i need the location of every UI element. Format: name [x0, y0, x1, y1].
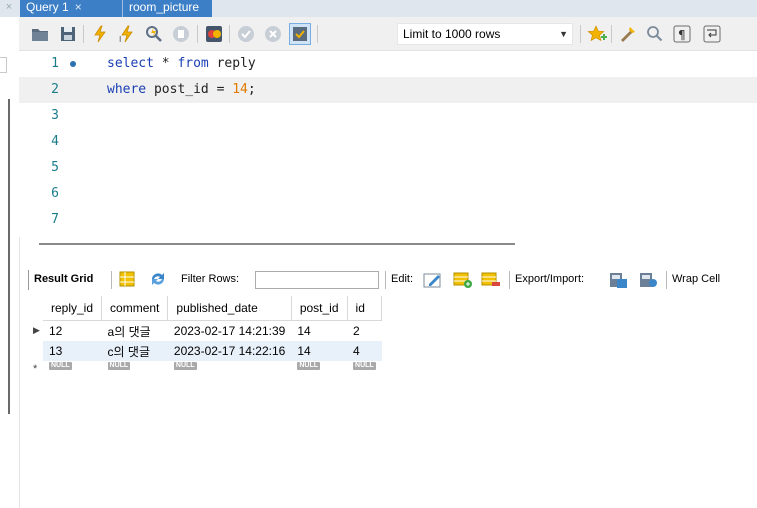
line-number: 1: [51, 56, 59, 71]
beautify-icon[interactable]: [617, 23, 639, 45]
editor-line-4: 4: [19, 129, 757, 155]
editor-tab-bar: × Query 1 × room_picture: [0, 0, 757, 17]
find-icon[interactable]: [644, 23, 666, 45]
tab-close-icon[interactable]: ×: [75, 0, 82, 14]
grid-cell[interactable]: 2023-02-17 14:21:39: [168, 321, 291, 342]
grid-cell[interactable]: 2: [347, 321, 382, 342]
column-header[interactable]: published_date: [167, 296, 292, 321]
delete-row-icon[interactable]: [481, 271, 500, 289]
grid-cell[interactable]: 2023-02-17 14:22:16: [167, 341, 292, 361]
splitter-line[interactable]: [8, 99, 10, 414]
limit-rows-value: Limit to 1000 rows: [403, 27, 501, 41]
chevron-down-icon: ▼: [559, 29, 568, 39]
line-number: 2: [51, 82, 59, 97]
rollback-icon[interactable]: [262, 23, 284, 45]
close-icon[interactable]: ×: [0, 0, 18, 17]
tab-label: room_picture: [129, 0, 200, 14]
bookmark-icon[interactable]: [586, 23, 608, 45]
tab-label: Query 1: [26, 0, 69, 14]
refresh-icon[interactable]: [149, 271, 167, 289]
explain-icon[interactable]: [143, 23, 165, 45]
panel-edge-marker: [0, 57, 7, 73]
table-row[interactable]: ▶ 12 a의 댓글 2023-02-17 14:21:39 14 2: [31, 321, 382, 342]
null-badge: NULL: [353, 362, 376, 370]
line-number: 3: [51, 108, 59, 123]
new-row[interactable]: * NULL NULL NULL NULL NULL: [31, 361, 382, 375]
save-icon[interactable]: [57, 23, 79, 45]
wrap-icon[interactable]: [701, 23, 723, 45]
grid-cell[interactable]: a의 댓글: [102, 321, 168, 342]
open-folder-icon[interactable]: [29, 23, 51, 45]
filter-rows-label: Filter Rows:: [181, 273, 240, 285]
grid-cell[interactable]: 12: [43, 321, 102, 342]
sql-editor-toolbar: I Limit to 1000 rows ▼ ¶: [19, 17, 757, 51]
new-row-indicator: *: [33, 363, 38, 375]
autocommit-icon[interactable]: [289, 23, 311, 45]
grid-header-row: reply_id comment published_date post_id …: [31, 296, 383, 321]
null-badge: NULL: [49, 362, 72, 370]
editor-line-5: 5: [19, 155, 757, 181]
tab-room-picture[interactable]: room_picture: [122, 0, 212, 17]
line-number: 5: [51, 160, 59, 175]
svg-text:¶: ¶: [678, 28, 686, 42]
editor-line-2: 2 where post_id = 14;: [19, 77, 757, 103]
grid-cell[interactable]: 4: [347, 341, 382, 361]
filter-rows-input[interactable]: [255, 271, 379, 289]
editor-line-7: 7: [19, 207, 757, 233]
tab-query-1[interactable]: Query 1 ×: [20, 0, 122, 17]
editor-line-6: 6: [19, 181, 757, 207]
stop-icon[interactable]: [170, 23, 192, 45]
grid-layout-icon[interactable]: [119, 271, 137, 289]
grid-cell[interactable]: 13: [43, 341, 102, 361]
line-number: 7: [51, 212, 59, 227]
commit-icon[interactable]: [235, 23, 257, 45]
editor-horizontal-scrollbar[interactable]: [39, 243, 515, 245]
sql-editor[interactable]: 1 select * from reply 2 where post_id = …: [19, 51, 757, 245]
result-grid: reply_id comment published_date post_id …: [31, 296, 383, 375]
svg-text:I: I: [119, 35, 121, 43]
editor-line-1: 1 select * from reply: [19, 51, 757, 77]
column-header[interactable]: post_id: [291, 296, 348, 321]
import-icon[interactable]: [639, 271, 657, 289]
execute-icon[interactable]: [89, 23, 111, 45]
grid-cell[interactable]: 14: [291, 341, 348, 361]
limit-rows-select[interactable]: Limit to 1000 rows ▼: [397, 23, 573, 45]
sql-code-line: where post_id = 14;: [107, 82, 256, 97]
toggle-error-icon[interactable]: [203, 23, 225, 45]
line-number: 4: [51, 134, 59, 149]
left-side-panel: [0, 17, 20, 508]
null-badge: NULL: [173, 362, 197, 370]
line-number: 6: [51, 186, 59, 201]
grid-cell[interactable]: c의 댓글: [101, 341, 168, 361]
export-import-label: Export/Import:: [515, 273, 585, 285]
edit-row-icon[interactable]: [423, 271, 441, 289]
result-toolbar: Result Grid Filter Rows: Edit: Export/Im…: [19, 268, 757, 292]
export-icon[interactable]: [609, 271, 627, 289]
grid-cell[interactable]: 14: [291, 321, 347, 342]
current-row-indicator: ▶: [33, 325, 40, 336]
null-badge: NULL: [297, 362, 320, 370]
insert-row-icon[interactable]: [453, 271, 472, 289]
edit-label: Edit:: [391, 273, 414, 285]
column-header[interactable]: reply_id: [43, 296, 103, 321]
execute-selection-icon[interactable]: I: [116, 23, 138, 45]
column-header[interactable]: id: [347, 296, 383, 321]
statement-marker-icon: [70, 61, 76, 67]
null-badge: NULL: [107, 362, 131, 370]
sql-code-line: select * from reply: [107, 56, 256, 71]
invisible-chars-icon[interactable]: ¶: [671, 23, 693, 45]
wrap-cell-label[interactable]: Wrap Cell: [672, 273, 720, 285]
editor-line-3: 3: [19, 103, 757, 129]
column-header[interactable]: comment: [101, 296, 169, 321]
result-grid-tab[interactable]: Result Grid: [34, 273, 93, 285]
table-row[interactable]: 13 c의 댓글 2023-02-17 14:22:16 14 4: [31, 341, 382, 361]
